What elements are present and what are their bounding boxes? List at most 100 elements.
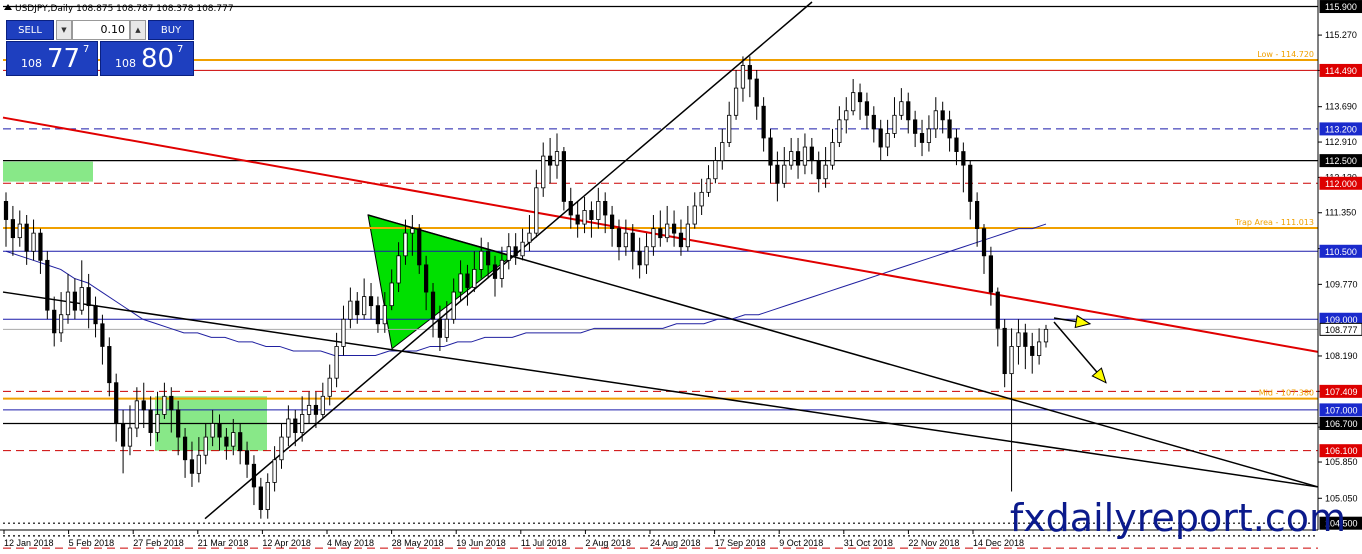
candle-body	[995, 291, 1000, 329]
candle-body	[816, 160, 821, 180]
candle-body	[100, 323, 105, 347]
price-tag-label: 107.409	[1325, 387, 1358, 397]
lot-decrease-button[interactable]: ▼	[56, 20, 72, 40]
time-tick-label: 24 Aug 2018	[650, 538, 701, 548]
candle-body	[547, 155, 553, 166]
lot-size-input[interactable]: 0.10	[72, 20, 130, 40]
candle-body	[24, 223, 29, 252]
price-tag-label: 106.100	[1325, 446, 1358, 456]
candle-body	[72, 291, 77, 311]
candle-body	[224, 436, 229, 447]
candle-body	[954, 137, 959, 152]
candle-body	[713, 160, 718, 180]
chart-axis-layer: 115.270114.490113.690112.910112.130111.3…	[0, 0, 1362, 548]
candle-body	[306, 404, 312, 415]
time-tick-label: 4 May 2018	[327, 538, 374, 548]
candle-body	[685, 223, 690, 248]
candle-body	[93, 305, 98, 325]
price-tag-label: 108.777	[1325, 325, 1358, 335]
triangle-down-icon: ▼	[61, 26, 67, 34]
candle-body	[947, 119, 952, 139]
candle-body	[196, 454, 201, 474]
candle-body	[341, 318, 346, 347]
buy-quote[interactable]: 108 80 7	[100, 41, 194, 76]
candle-body	[3, 201, 9, 220]
candle-body	[506, 246, 511, 261]
candle-body	[644, 246, 649, 266]
candle-body	[45, 259, 50, 311]
price-tick-label: 105.850	[1325, 457, 1358, 467]
candle-body	[465, 273, 470, 288]
level-annotation: Mid - 107.380	[1259, 389, 1314, 398]
candle-body	[892, 114, 897, 134]
candle-body	[1037, 341, 1042, 356]
candle-body	[864, 101, 870, 116]
candle-body	[231, 432, 236, 447]
time-tick-label: 5 Feb 2018	[69, 538, 115, 548]
candle-body	[430, 291, 436, 320]
candle-body	[258, 486, 263, 511]
moving-average-line	[5, 223, 1047, 357]
candle-body	[410, 228, 415, 234]
candle-body	[802, 146, 808, 166]
candle-body	[561, 151, 566, 202]
candle-body	[520, 241, 525, 257]
candle-body	[940, 110, 945, 121]
chart-canvas[interactable]: Low - 114.720 Trap Area - 111.013 Mid - 10…	[0, 0, 1362, 554]
candle-body	[286, 418, 291, 438]
buy-quote-pips: 80	[141, 44, 175, 74]
highlight-box-top-left	[3, 161, 93, 182]
sell-quote-prefix: 108	[21, 57, 42, 70]
candle-body	[348, 300, 353, 320]
time-tick-label: 2 Aug 2018	[585, 538, 631, 548]
candle-body	[589, 210, 594, 220]
candle-body	[616, 228, 622, 248]
candle-body	[919, 133, 925, 143]
candle-body	[492, 264, 498, 279]
candle-body	[837, 119, 842, 143]
lot-increase-button[interactable]: ▲	[130, 20, 146, 40]
candle-body	[127, 427, 133, 447]
sell-quote[interactable]: 108 77 7	[6, 41, 98, 76]
candle-body	[368, 296, 374, 307]
candle-body	[300, 414, 305, 433]
candle-body	[609, 214, 615, 230]
candle-body	[86, 287, 91, 307]
candle-body	[678, 232, 684, 248]
candle-body	[148, 409, 153, 433]
candle-body	[541, 155, 546, 189]
candle-body	[857, 92, 863, 103]
candle-body	[17, 223, 22, 239]
time-tick-label: 17 Sep 2018	[715, 538, 766, 548]
candle-body	[926, 128, 932, 143]
time-tick-label: 9 Oct 2018	[779, 538, 823, 548]
chart-title: USDJPY,Daily 108.875 108.787 108.378 108…	[15, 4, 234, 14]
time-tick-label: 12 Jan 2018	[4, 538, 54, 548]
candle-body	[479, 250, 484, 270]
candle-body	[396, 255, 401, 284]
candle-body	[899, 101, 904, 116]
buy-quote-fraction: 7	[177, 44, 184, 55]
price-tag-label: 110.500	[1325, 247, 1357, 257]
candle-body	[658, 228, 663, 239]
sell-button[interactable]: SELL	[6, 20, 54, 40]
candle-body	[265, 482, 270, 511]
candle-body	[906, 101, 911, 121]
candle-body	[189, 459, 195, 474]
candle-body	[279, 436, 284, 461]
buy-button[interactable]: BUY	[148, 20, 194, 40]
candle-body	[554, 151, 560, 166]
price-tag-label: 112.500	[1325, 156, 1357, 166]
candle-body	[293, 418, 298, 433]
candle-body	[31, 232, 36, 252]
price-tag-label: 107.000	[1325, 405, 1358, 415]
candle-body	[1030, 346, 1035, 356]
triangle-up-icon: ▲	[135, 26, 141, 34]
arrow-down-head	[1091, 367, 1107, 384]
candle-body	[417, 228, 422, 266]
candle-body	[1009, 346, 1014, 375]
candle-body	[176, 409, 181, 438]
candle-body	[968, 164, 973, 202]
candle-body	[782, 164, 787, 184]
chart-arrows-layer	[1053, 314, 1107, 384]
